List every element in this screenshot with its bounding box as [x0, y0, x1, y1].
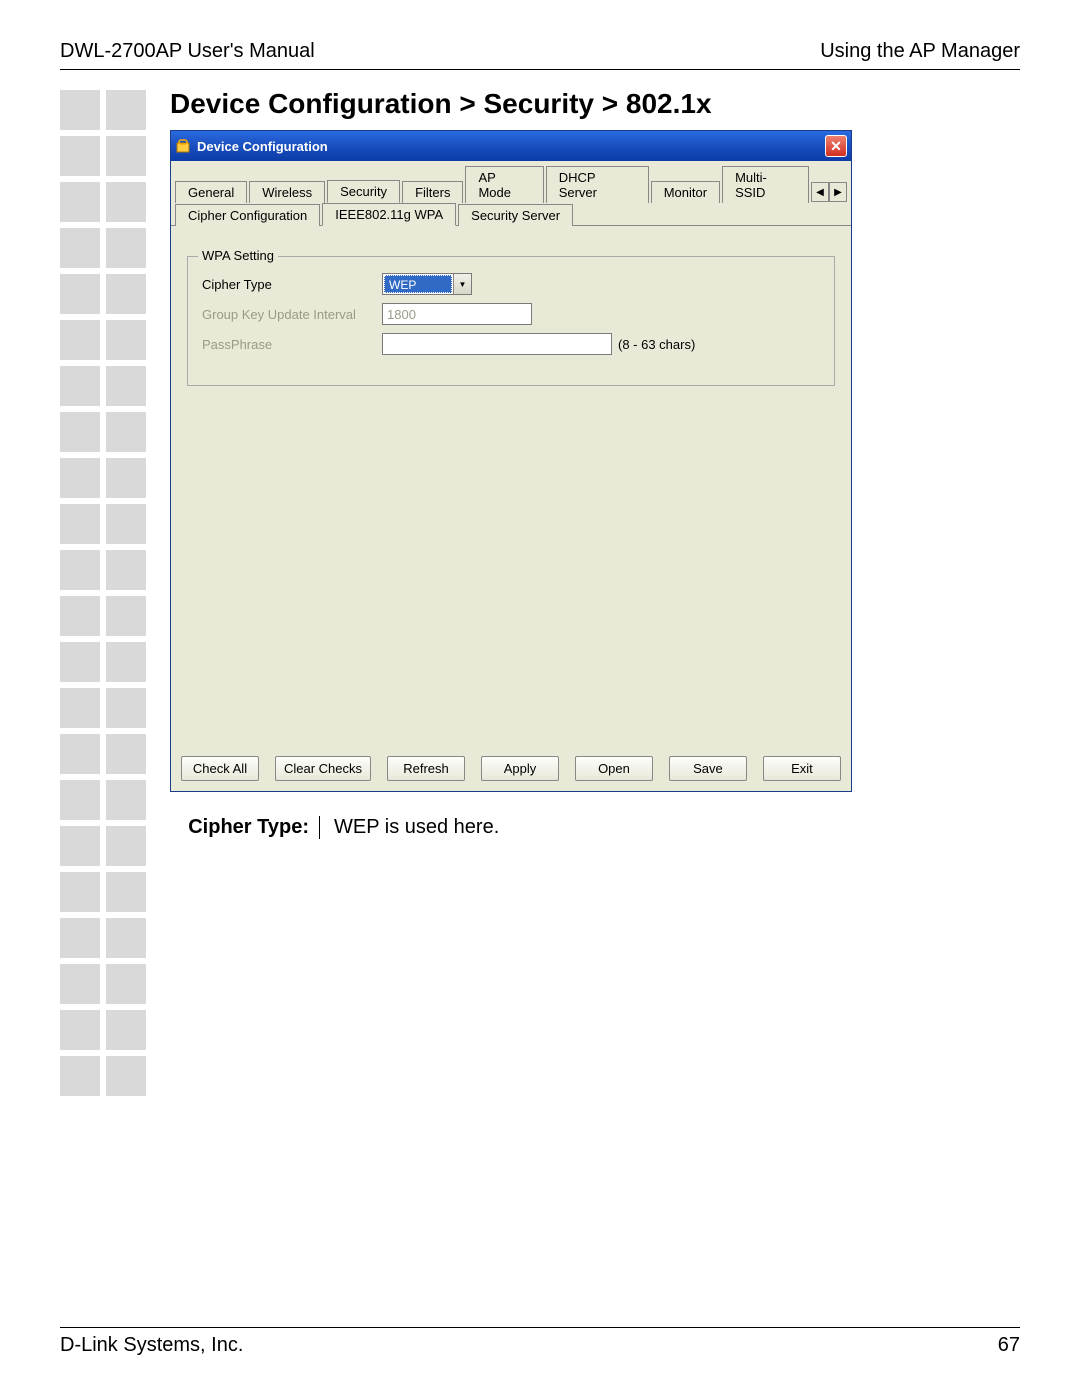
- refresh-button[interactable]: Refresh: [387, 756, 465, 781]
- footer-left: D-Link Systems, Inc.: [60, 1334, 243, 1357]
- window-icon: [175, 138, 191, 154]
- passphrase-hint: (8 - 63 chars): [618, 337, 695, 352]
- page-header: DWL-2700AP User's Manual Using the AP Ma…: [60, 40, 1020, 70]
- tab-multi-ssid[interactable]: Multi-SSID: [722, 166, 809, 203]
- fieldset-legend: WPA Setting: [198, 248, 278, 263]
- decorative-sidebar: [60, 90, 148, 1102]
- group-key-label: Group Key Update Interval: [202, 307, 382, 322]
- clear-checks-button[interactable]: Clear Checks: [275, 756, 371, 781]
- close-button[interactable]: ✕: [825, 135, 847, 157]
- exit-button[interactable]: Exit: [763, 756, 841, 781]
- cipher-type-value: WEP: [384, 275, 452, 293]
- chevron-left-icon: ◀: [816, 187, 824, 198]
- group-key-input[interactable]: [382, 303, 532, 325]
- apply-button[interactable]: Apply: [481, 756, 559, 781]
- description-label: Cipher Type:: [170, 816, 320, 839]
- tab-scroll-left-button[interactable]: ◀: [811, 182, 829, 202]
- passphrase-label: PassPhrase: [202, 337, 382, 352]
- cipher-type-select[interactable]: WEP ▼: [382, 273, 472, 295]
- page-footer: D-Link Systems, Inc. 67: [60, 1327, 1020, 1357]
- tab-ieee-wpa[interactable]: IEEE802.11g WPA: [322, 203, 456, 226]
- chevron-right-icon: ▶: [834, 187, 842, 198]
- description-text: WEP is used here.: [320, 816, 499, 839]
- section-title: Device Configuration > Security > 802.1x: [170, 88, 1020, 120]
- window-titlebar[interactable]: Device Configuration ✕: [171, 131, 851, 161]
- window-title: Device Configuration: [197, 139, 328, 154]
- device-config-window: Device Configuration ✕ General Wireless …: [170, 130, 852, 792]
- header-right: Using the AP Manager: [820, 40, 1020, 63]
- tab-cipher-config[interactable]: Cipher Configuration: [175, 204, 320, 226]
- dropdown-arrow-icon: ▼: [453, 274, 471, 294]
- secondary-tabs: Cipher Configuration IEEE802.11g WPA Sec…: [171, 202, 851, 226]
- panel-body: WPA Setting Cipher Type WEP ▼ Group Key …: [179, 256, 843, 746]
- field-description: Cipher Type: WEP is used here.: [170, 816, 1020, 839]
- open-button[interactable]: Open: [575, 756, 653, 781]
- tab-wireless[interactable]: Wireless: [249, 181, 325, 203]
- header-left: DWL-2700AP User's Manual: [60, 40, 315, 63]
- check-all-button[interactable]: Check All: [181, 756, 259, 781]
- tab-general[interactable]: General: [175, 181, 247, 203]
- tab-monitor[interactable]: Monitor: [651, 181, 720, 203]
- primary-tabs: General Wireless Security Filters AP Mod…: [171, 161, 851, 202]
- close-icon: ✕: [830, 138, 842, 155]
- wpa-setting-fieldset: WPA Setting Cipher Type WEP ▼ Group Key …: [187, 256, 835, 386]
- save-button[interactable]: Save: [669, 756, 747, 781]
- cipher-type-label: Cipher Type: [202, 277, 382, 292]
- passphrase-input[interactable]: [382, 333, 612, 355]
- tab-security[interactable]: Security: [327, 180, 400, 203]
- tab-filters[interactable]: Filters: [402, 181, 463, 203]
- tab-security-server[interactable]: Security Server: [458, 204, 573, 226]
- footer-page-number: 67: [998, 1334, 1020, 1357]
- tab-dhcp-server[interactable]: DHCP Server: [546, 166, 649, 203]
- tab-scroll-right-button[interactable]: ▶: [829, 182, 847, 202]
- tab-ap-mode[interactable]: AP Mode: [465, 166, 543, 203]
- button-row: Check All Clear Checks Refresh Apply Ope…: [171, 754, 851, 791]
